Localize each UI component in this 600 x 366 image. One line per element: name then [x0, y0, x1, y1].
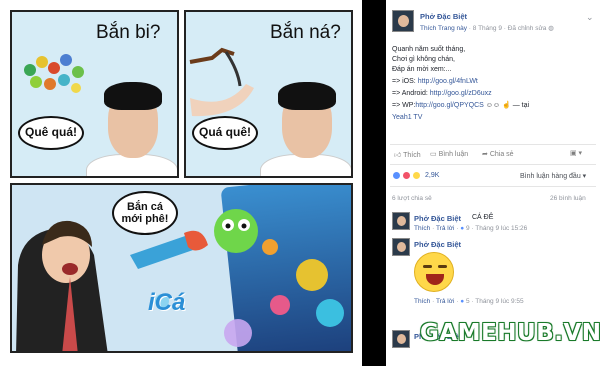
- commenter-avatar[interactable]: [392, 238, 410, 256]
- commenter-avatar[interactable]: [392, 330, 410, 348]
- viewer-avatar-selector[interactable]: ▣ ▾: [570, 149, 582, 157]
- like-label: Thích: [403, 152, 421, 159]
- comment-author[interactable]: Phở Đặc Biệt: [414, 214, 461, 223]
- divider: [390, 144, 596, 145]
- panel-caption: Bắn bi?: [96, 22, 161, 43]
- comment-reply-link[interactable]: Trả lời: [436, 298, 454, 305]
- post-wp-line: => WP:http://goo.gl/QPYQCS ☺☺ ☝ — tại: [392, 101, 529, 109]
- like-button[interactable]: 👍︎ Thích: [394, 150, 421, 159]
- gamehub-watermark: GAMEHUB.VN: [420, 320, 600, 346]
- slingshot-icon: [189, 47, 254, 117]
- share-label: Chia sẻ: [489, 151, 514, 158]
- share-button[interactable]: ➦ Chia sẻ: [482, 150, 514, 158]
- chevron-down-icon: ▾: [580, 173, 587, 180]
- comment-time[interactable]: Tháng 9 lúc 15:26: [475, 225, 527, 232]
- speech-bubble: Quá quê!: [192, 116, 258, 150]
- share-icon: ➦: [482, 151, 490, 158]
- android-prefix: => Android:: [392, 90, 430, 97]
- post-android-line: => Android: http://goo.gl/zD6uxz: [392, 90, 492, 97]
- screenshot: Bắn bi? Quê quá! Bắn ná? Quá quê! Bắn cá…: [0, 0, 600, 366]
- edited-label[interactable]: Đã chỉnh sửa: [508, 25, 547, 32]
- bubble-line: Bắn cá: [126, 200, 164, 213]
- post-date[interactable]: 8 Tháng 9: [473, 25, 502, 32]
- comic-image: Bắn bi? Quê quá! Bắn ná? Quá quê! Bắn cá…: [0, 0, 362, 366]
- boy-face: [256, 76, 351, 176]
- comment-count[interactable]: 26 bình luận: [550, 195, 586, 202]
- comment-text: CÁ ĐÊ: [472, 214, 494, 221]
- wp-suffix: — tại: [510, 102, 530, 109]
- comment-like-count: 5: [465, 298, 470, 305]
- wp-link[interactable]: http://goo.gl/QPYQCS: [415, 102, 483, 109]
- comment-sort-dropdown[interactable]: Bình luận hàng đầu ▾: [520, 172, 586, 180]
- ios-link[interactable]: http://goo.gl/4fnLWt: [418, 78, 478, 85]
- thumbs-up-icon: ☝: [500, 102, 511, 109]
- panel-caption: Bắn ná?: [270, 22, 341, 43]
- comment-label: Bình luận: [438, 151, 469, 158]
- sort-label: Bình luận hàng đầu: [520, 173, 581, 180]
- place-link[interactable]: Yeah1 TV: [392, 114, 422, 121]
- post-options-icon[interactable]: ⌄: [586, 12, 594, 23]
- commenter-avatar[interactable]: [392, 212, 410, 230]
- love-reaction-icon: [402, 171, 411, 180]
- like-page-link[interactable]: Thích Trang này: [420, 25, 467, 32]
- post-meta: Thích Trang này · 8 Tháng 9 · Đã chỉnh s…: [420, 25, 554, 32]
- comment-meta: Thích · Trả lời · ● 9 · Tháng 9 lúc 15:2…: [414, 225, 528, 232]
- haha-sticker: [414, 252, 454, 292]
- boy-face: [82, 76, 177, 176]
- comment-like-icon: ●: [460, 298, 465, 305]
- game-artwork: [12, 185, 351, 351]
- share-count[interactable]: 6 lượt chia sẻ: [392, 195, 432, 202]
- facebook-post: Phở Đặc Biệt Thích Trang này · 8 Tháng 9…: [386, 0, 600, 366]
- comment-meta: Thích · Trả lời · ● 5 · Tháng 9 lúc 9:55: [414, 298, 524, 305]
- comic-panel-slingshot: Bắn ná? Quá quê!: [184, 10, 353, 178]
- reaction-summary[interactable]: 2,9K: [392, 171, 439, 180]
- comment-button[interactable]: ▭ Bình luận: [430, 150, 468, 158]
- speech-bubble: Quê quá!: [18, 116, 84, 150]
- comment-time[interactable]: Tháng 9 lúc 9:55: [475, 298, 523, 305]
- comment-like-count: 9: [465, 225, 470, 232]
- comment-like-link[interactable]: Thích: [414, 298, 430, 305]
- comment-like-link[interactable]: Thích: [414, 225, 430, 232]
- comment-icon: ▭: [430, 151, 439, 158]
- android-link[interactable]: http://goo.gl/zD6uxz: [430, 90, 492, 97]
- comment-reply-link[interactable]: Trả lời: [436, 225, 454, 232]
- wp-prefix: => WP:: [392, 102, 416, 109]
- divider: [390, 164, 596, 165]
- post-text-line: Quanh năm suốt tháng,: [392, 46, 466, 53]
- comic-panel-marbles: Bắn bi? Quê quá!: [10, 10, 179, 178]
- divider: [390, 186, 596, 187]
- ica-logo: iCá: [148, 289, 186, 316]
- post-ios-line: => iOS: http://goo.gl/4fnLWt: [392, 78, 478, 85]
- post-text-line: Đáp án mời xem:...: [392, 66, 452, 73]
- post-text-line: Chơi gì không chán,: [392, 56, 455, 63]
- ios-prefix: => iOS:: [392, 78, 418, 85]
- like-icon: 👍︎: [394, 152, 404, 159]
- comment-author[interactable]: Phở Đặc Biệt: [414, 240, 461, 249]
- page-name[interactable]: Phở Đặc Biệt: [420, 12, 467, 21]
- speech-bubble: Bắn cá mới phê!: [112, 191, 178, 235]
- reaction-count: 2,9K: [425, 172, 440, 179]
- emoji-icon: ☺☺: [483, 102, 501, 109]
- comic-panel-fishing-game: Bắn cá mới phê! iCá: [10, 183, 353, 353]
- like-reaction-icon: [392, 171, 401, 180]
- globe-icon: ◍: [548, 25, 554, 32]
- bubble-line: mới phê!: [121, 213, 169, 225]
- haha-reaction-icon: [412, 171, 421, 180]
- page-avatar[interactable]: [392, 10, 414, 32]
- comment-like-icon: ●: [460, 225, 465, 232]
